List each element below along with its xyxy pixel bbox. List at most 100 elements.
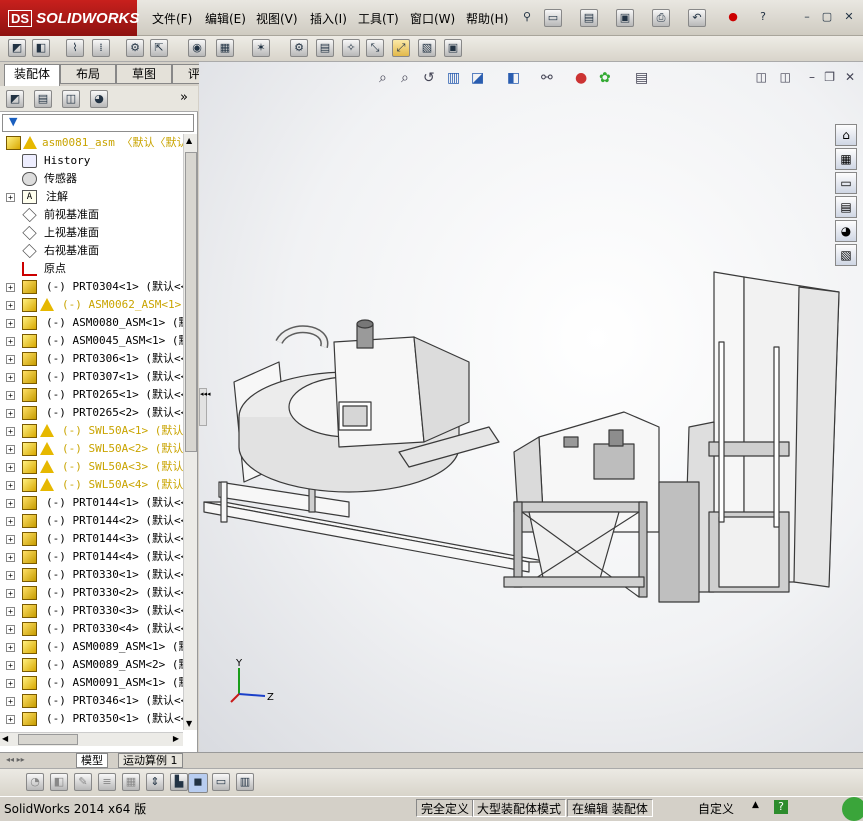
tree-item[interactable]: + (-) PRT0350<1> (默认<<默 bbox=[0, 710, 183, 728]
expand-icon[interactable]: + bbox=[6, 391, 15, 400]
tree-horizontal-scrollbar[interactable]: ◀ ▶ bbox=[0, 732, 183, 746]
tab-scroll-icon[interactable]: ◂◂ ▸▸ bbox=[6, 755, 25, 764]
exploded-view-icon[interactable]: ✧ bbox=[342, 39, 360, 57]
tree-item[interactable]: + (-) PRT0306<1> (默认<<默 bbox=[0, 350, 183, 368]
new-motion-study-icon[interactable]: ⚙ bbox=[290, 39, 308, 57]
help-status-icon[interactable]: ? bbox=[774, 800, 788, 814]
tree-item[interactable]: + (-) ASM0089_ASM<2> (默认 bbox=[0, 656, 183, 674]
tree-item[interactable]: History bbox=[0, 152, 183, 170]
tree-item[interactable]: + (-) ASM0089_ASM<1> (默认 bbox=[0, 638, 183, 656]
expand-icon[interactable]: + bbox=[6, 715, 15, 724]
expand-icon[interactable]: + bbox=[6, 571, 15, 580]
expand-icon[interactable]: + bbox=[6, 517, 15, 526]
menu-window[interactable]: 窗口(W) bbox=[410, 10, 455, 27]
layout-split-icon[interactable]: ▥ bbox=[236, 773, 254, 791]
expand-icon[interactable]: + bbox=[6, 409, 15, 418]
bill-of-materials-icon[interactable]: ▤ bbox=[316, 39, 334, 57]
expand-icon[interactable]: + bbox=[6, 589, 15, 598]
show-hidden-icon[interactable]: ◉ bbox=[188, 39, 206, 57]
expand-icon[interactable]: + bbox=[6, 697, 15, 706]
list-icon[interactable]: ≡ bbox=[98, 773, 116, 791]
graphics-area[interactable]: ⌕ ⌕ ↺ ▥ ◪ ◧ ⚯ ● ✿ ▤ ◫ ◫ – ❐ ✕ ⌂ ▦ ▭ ▤ ◕ … bbox=[199, 62, 863, 752]
smart-fasteners-icon[interactable]: ⚙ bbox=[126, 39, 144, 57]
tree-item[interactable]: + (-) PRT0144<4> (默认<<默 bbox=[0, 548, 183, 566]
open-icon[interactable]: ▤ bbox=[580, 9, 598, 27]
tree-item[interactable]: + (-) PRT0330<3> (默认<<默 bbox=[0, 602, 183, 620]
hscroll-thumb[interactable] bbox=[18, 734, 78, 745]
expand-icon[interactable]: + bbox=[6, 463, 15, 472]
tree-item[interactable]: + (-) ASM0080_ASM<1> (默认 bbox=[0, 314, 183, 332]
tree-item[interactable]: + (-) SWL50A<4> (默认< bbox=[0, 476, 183, 494]
close-icon[interactable]: ✕ bbox=[840, 9, 858, 27]
expand-panel-icon[interactable]: » bbox=[180, 90, 188, 105]
tree-item[interactable]: + (-) PRT0265<1> (默认<<默 bbox=[0, 386, 183, 404]
tab-model[interactable]: 模型 bbox=[76, 753, 108, 768]
tree-item[interactable]: 前视基准面 bbox=[0, 206, 183, 224]
tree-item[interactable]: + (-) PRT0346<1> (默认<<默 bbox=[0, 692, 183, 710]
menu-view[interactable]: 视图(V) bbox=[256, 10, 298, 27]
solidworks-logo[interactable]: DS SOLIDWORKS bbox=[0, 0, 139, 36]
tab-motion-study[interactable]: 运动算例 1 bbox=[118, 753, 183, 768]
tree-item[interactable]: 原点 bbox=[0, 260, 183, 278]
pin-icon[interactable]: ⚲ bbox=[518, 9, 536, 27]
help-icon[interactable]: ? bbox=[754, 9, 772, 27]
units-dropdown-icon[interactable]: ▲ bbox=[752, 800, 759, 810]
undo-icon[interactable]: ↶ bbox=[688, 9, 706, 27]
move-component-icon[interactable]: ⇱ bbox=[150, 39, 168, 57]
expand-icon[interactable]: + bbox=[6, 445, 15, 454]
expand-icon[interactable]: + bbox=[6, 301, 15, 310]
expand-icon[interactable]: + bbox=[6, 607, 15, 616]
scroll-up-icon[interactable]: ▲ bbox=[186, 136, 192, 145]
scroll-thumb[interactable] bbox=[185, 152, 197, 452]
update-notification-icon[interactable] bbox=[842, 797, 863, 821]
tree-item[interactable]: asm0081_asm 〈默认〈默认_ bbox=[0, 134, 183, 152]
tree-item[interactable]: + (-) SWL50A<2> (默认< bbox=[0, 440, 183, 458]
tree-item[interactable]: + (-) ASM0091_ASM<1> (默认 bbox=[0, 674, 183, 692]
menu-help[interactable]: 帮助(H) bbox=[466, 10, 508, 27]
speedpak-icon[interactable]: ▧ bbox=[418, 39, 436, 57]
layout-single-icon[interactable]: ▭ bbox=[212, 773, 230, 791]
display-manager-icon[interactable]: ◕ bbox=[90, 90, 108, 108]
tree-item[interactable]: + (-) PRT0304<1> (默认<<默 bbox=[0, 278, 183, 296]
expand-icon[interactable]: + bbox=[6, 373, 15, 382]
snapshot-icon[interactable]: ▣ bbox=[444, 39, 462, 57]
filter-field[interactable]: ▼ bbox=[2, 114, 194, 132]
edit-icon[interactable]: ✎ bbox=[74, 773, 92, 791]
render-icon[interactable]: ◔ bbox=[26, 773, 44, 791]
tab-assembly[interactable]: 装配体 bbox=[4, 64, 60, 86]
linear-pattern-icon[interactable]: ⁞ bbox=[92, 39, 110, 57]
expand-icon[interactable]: + bbox=[6, 661, 15, 670]
feature-tree-icon[interactable]: ◩ bbox=[6, 90, 24, 108]
scroll-left-icon[interactable]: ◀ bbox=[2, 734, 8, 743]
new-part-icon[interactable]: ◧ bbox=[32, 39, 50, 57]
expand-icon[interactable]: + bbox=[6, 643, 15, 652]
tree-vertical-scrollbar[interactable]: ▲ ▼ bbox=[183, 134, 197, 730]
assembly-features-icon[interactable]: ▦ bbox=[216, 39, 234, 57]
print-icon[interactable]: ⎙ bbox=[652, 9, 670, 27]
configuration-manager-icon[interactable]: ◫ bbox=[62, 90, 80, 108]
tree-item[interactable]: + (-) PRT0330<4> (默认<<默 bbox=[0, 620, 183, 638]
tree-item[interactable]: + (-) ASM0045_ASM<1> (默认 bbox=[0, 332, 183, 350]
tree-item[interactable]: 上视基准面 bbox=[0, 224, 183, 242]
expand-icon[interactable]: + bbox=[6, 535, 15, 544]
insert-component-icon[interactable]: ◩ bbox=[8, 39, 26, 57]
scroll-right-icon[interactable]: ▶ bbox=[173, 734, 179, 743]
minimize-icon[interactable]: – bbox=[798, 9, 816, 27]
expand-icon[interactable]: + bbox=[6, 679, 15, 688]
expand-icon[interactable]: + bbox=[6, 283, 15, 292]
maximize-icon[interactable]: ▢ bbox=[818, 9, 836, 27]
tree-item[interactable]: + (-) SWL50A<1> (默认< bbox=[0, 422, 183, 440]
instant3d-icon[interactable]: ⤢ bbox=[392, 39, 410, 57]
expand-icon[interactable]: + bbox=[6, 355, 15, 364]
menu-edit[interactable]: 编辑(E) bbox=[205, 10, 246, 27]
expand-icon[interactable]: + bbox=[6, 553, 15, 562]
tree-item[interactable]: + (-) PRT0307<1> (默认<<默 bbox=[0, 368, 183, 386]
mate-icon[interactable]: ⌇ bbox=[66, 39, 84, 57]
expand-icon[interactable]: + bbox=[6, 337, 15, 346]
units-selector[interactable]: 自定义 bbox=[698, 800, 734, 817]
tree-item[interactable]: 传感器 bbox=[0, 170, 183, 188]
move-icon[interactable]: ⇕ bbox=[146, 773, 164, 791]
tree-item[interactable]: + (-) PRT0144<3> (默认<<默 bbox=[0, 530, 183, 548]
tree-item[interactable]: + (-) SWL50A<3> (默认< bbox=[0, 458, 183, 476]
tree-item[interactable]: + (-) PRT0144<2> (默认<<默 bbox=[0, 512, 183, 530]
